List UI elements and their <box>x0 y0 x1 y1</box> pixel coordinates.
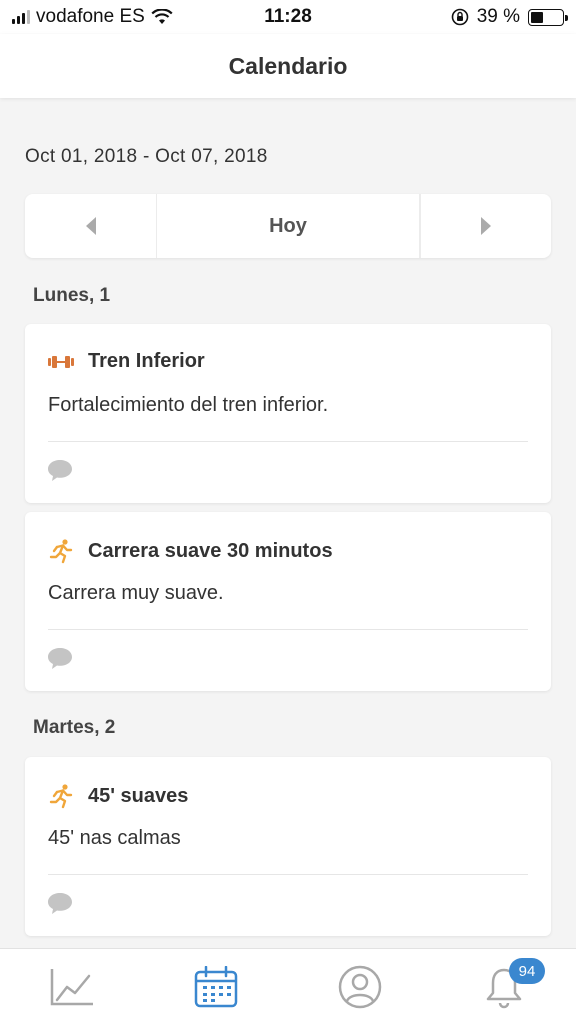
status-bar: vodafone ES 11:28 39 % <box>0 0 576 34</box>
workout-card[interactable]: Carrera suave 30 minutos Carrera muy sua… <box>25 512 551 691</box>
workout-description: Fortalecimiento del tren inferior. <box>48 394 329 416</box>
battery-icon <box>528 8 568 26</box>
previous-week-button[interactable] <box>25 194 156 258</box>
workout-title-row: Carrera suave 30 minutos <box>48 538 333 564</box>
orientation-lock-icon <box>451 8 468 26</box>
divider <box>48 441 528 442</box>
workout-description: Carrera muy suave. <box>48 582 224 604</box>
divider <box>48 874 528 875</box>
runner-icon <box>49 539 73 564</box>
tab-calendar[interactable] <box>144 949 288 1024</box>
workout-title: Carrera suave 30 minutos <box>88 539 333 562</box>
next-week-button[interactable] <box>420 194 551 258</box>
battery-percent: 39 % <box>476 6 520 27</box>
workout-description: 45' nas calmas <box>48 827 181 849</box>
calendar-content[interactable]: Oct 01, 2018 - Oct 07, 2018 Hoy Lunes, 1… <box>0 98 576 948</box>
calendar-icon <box>194 965 238 1007</box>
divider <box>48 629 528 630</box>
workout-title: Tren Inferior <box>88 350 205 372</box>
comment-icon[interactable] <box>47 891 73 915</box>
today-button[interactable]: Hoy <box>156 194 420 258</box>
page-title: Calendario <box>228 52 348 79</box>
stats-icon <box>50 968 93 1005</box>
chevron-right-icon <box>481 217 491 235</box>
workout-title-row: 45' suaves <box>48 783 188 809</box>
tab-stats[interactable] <box>0 949 144 1024</box>
comment-icon[interactable] <box>47 646 73 670</box>
week-date-range: Oct 01, 2018 - Oct 07, 2018 <box>25 146 268 167</box>
nav-bar: Calendario <box>0 34 576 98</box>
day-header: Martes, 2 <box>33 717 116 738</box>
tab-profile[interactable] <box>288 949 432 1024</box>
tab-bar: 94 <box>0 948 576 1024</box>
week-navigator: Hoy <box>25 194 551 258</box>
workout-title-row: Tren Inferior <box>48 350 205 373</box>
status-right: 39 % <box>451 6 568 28</box>
workout-card[interactable]: 45' suaves 45' nas calmas <box>25 757 551 936</box>
profile-icon <box>338 965 382 1008</box>
notification-badge: 94 <box>509 958 545 984</box>
chevron-left-icon <box>85 217 96 235</box>
workout-card[interactable]: Tren Inferior Fortalecimiento del tren i… <box>25 324 551 503</box>
comment-icon[interactable] <box>47 458 73 482</box>
workout-title: 45' suaves <box>88 784 189 807</box>
day-header: Lunes, 1 <box>33 285 111 306</box>
runner-icon <box>49 784 73 809</box>
tab-notifications[interactable]: 94 <box>432 949 576 1024</box>
dumbbell-icon <box>48 355 74 368</box>
